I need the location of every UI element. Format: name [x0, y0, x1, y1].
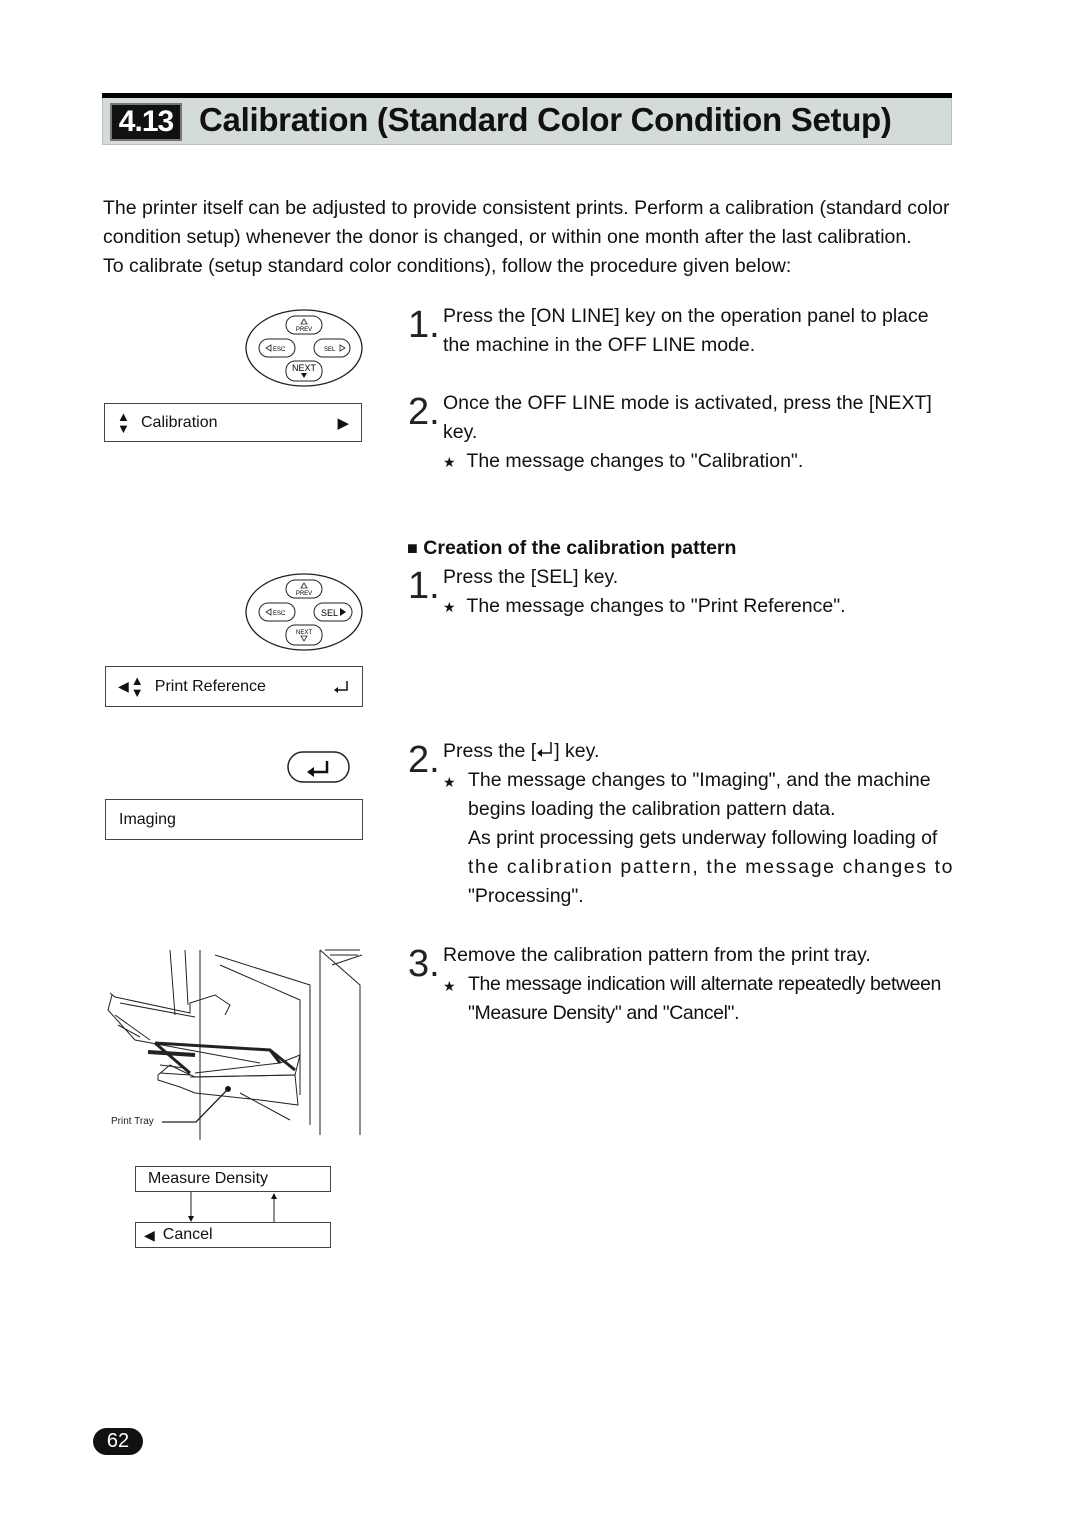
step-number: 2.	[408, 391, 440, 433]
step-text-pre: Press the [	[443, 740, 537, 762]
section-heading: ■ Creation of the calibration pattern	[407, 534, 736, 563]
star-icon: ★	[443, 774, 456, 790]
right-arrow-icon: ▶	[337, 414, 349, 432]
step-note: ★ The message changes to "Calibration".	[443, 447, 803, 477]
up-down-arrows-icon: ▲ ▼	[117, 408, 130, 436]
note-line: the calibration pattern, the message cha…	[468, 856, 955, 878]
keypad-sel-highlighted-icon: PREV ESC SEL NEXT	[245, 573, 363, 651]
step-text: Press the [ ] key.	[443, 737, 599, 766]
page-title: Calibration (Standard Color Condition Se…	[199, 101, 892, 138]
step-line: Press the [ON LINE] key on the operation…	[443, 305, 929, 327]
left-arrow-icon: ◀	[118, 678, 129, 694]
svg-text:PREV: PREV	[296, 327, 312, 333]
step-text: Press the [SEL] key.	[443, 566, 619, 588]
display-text: Print Reference	[154, 677, 266, 695]
svg-text:NEXT: NEXT	[292, 363, 317, 373]
section-number-badge: 4.13	[110, 103, 182, 141]
step-notes: The message indication will alternate re…	[468, 970, 941, 1028]
enter-key-icon	[287, 751, 350, 783]
step-number: 3.	[408, 943, 440, 985]
step-note: ★ The message changes to "Print Referenc…	[443, 592, 846, 622]
heading-text: Creation of the calibration pattern	[423, 537, 737, 559]
svg-text:ESC: ESC	[273, 347, 286, 353]
alternating-arrows-icon	[188, 1192, 277, 1223]
svg-text:PREV: PREV	[296, 591, 312, 597]
manual-page: 4.13 Calibration (Standard Color Conditi…	[0, 0, 1080, 1528]
print-tray-label: Print Tray	[111, 1116, 154, 1127]
star-icon: ★	[443, 454, 456, 470]
step-number: 2.	[408, 739, 440, 781]
step-number: 1.	[408, 565, 440, 607]
star-icon: ★	[443, 978, 456, 994]
display-cancel: ◀ Cancel	[135, 1222, 331, 1248]
display-print-reference: ◀ ▲ ▼ Print Reference	[105, 666, 363, 707]
page-number: 62	[93, 1428, 143, 1455]
svg-text:SEL: SEL	[321, 608, 338, 618]
left-arrow-icon: ◀	[144, 1226, 155, 1243]
display-text: Cancel	[162, 1226, 213, 1243]
svg-text:NEXT: NEXT	[296, 630, 312, 636]
intro-text: The printer itself can be adjusted to pr…	[103, 194, 950, 281]
note-line: "Measure Density" and "Cancel".	[468, 1002, 740, 1024]
display-calibration: ▲ ▼ Calibration ▶	[104, 403, 362, 442]
print-tray-illustration: Print Tray	[107, 949, 363, 1140]
display-imaging: Imaging	[105, 799, 363, 840]
step-number: 1.	[408, 304, 440, 346]
note-line: As print processing gets underway follow…	[468, 827, 938, 849]
enter-icon	[537, 742, 552, 757]
keypad-next-highlighted-icon: PREV ESC SEL NEXT	[245, 309, 363, 387]
star-icon: ★	[443, 599, 456, 615]
up-down-arrows-icon: ▲ ▼	[130, 672, 144, 700]
step-text: Press the [ON LINE] key on the operation…	[443, 302, 929, 360]
step-notes: The message changes to "Imaging", and th…	[468, 766, 955, 911]
note-line: "Processing".	[468, 885, 584, 907]
note-line: begins loading the calibration pattern d…	[468, 798, 836, 820]
note-line: The message changes to "Imaging", and th…	[468, 769, 931, 791]
note-line: The message indication will alternate re…	[468, 973, 941, 995]
intro-line: condition setup) whenever the donor is c…	[103, 226, 912, 248]
display-text: Calibration	[141, 413, 218, 431]
enter-icon	[334, 680, 348, 693]
step-text-post: ] key.	[554, 740, 600, 762]
display-text: Measure Density	[148, 1170, 269, 1187]
svg-text:SEL: SEL	[324, 347, 336, 353]
step-text: Remove the calibration pattern from the …	[443, 944, 871, 966]
note-text: The message changes to "Calibration".	[466, 450, 804, 472]
step-line: the machine in the OFF LINE mode.	[443, 334, 756, 356]
display-measure-density: Measure Density	[135, 1166, 331, 1192]
svg-text:ESC: ESC	[273, 611, 286, 617]
display-text: Imaging	[119, 810, 176, 828]
note-text: The message changes to "Print Reference"…	[466, 595, 846, 617]
step-line: key.	[443, 421, 478, 443]
step-text: Once the OFF LINE mode is activated, pre…	[443, 389, 932, 447]
square-bullet-icon: ■	[407, 538, 418, 558]
intro-line: To calibrate (setup standard color condi…	[103, 255, 792, 277]
intro-line: The printer itself can be adjusted to pr…	[103, 197, 950, 219]
step-line: Once the OFF LINE mode is activated, pre…	[443, 392, 932, 414]
